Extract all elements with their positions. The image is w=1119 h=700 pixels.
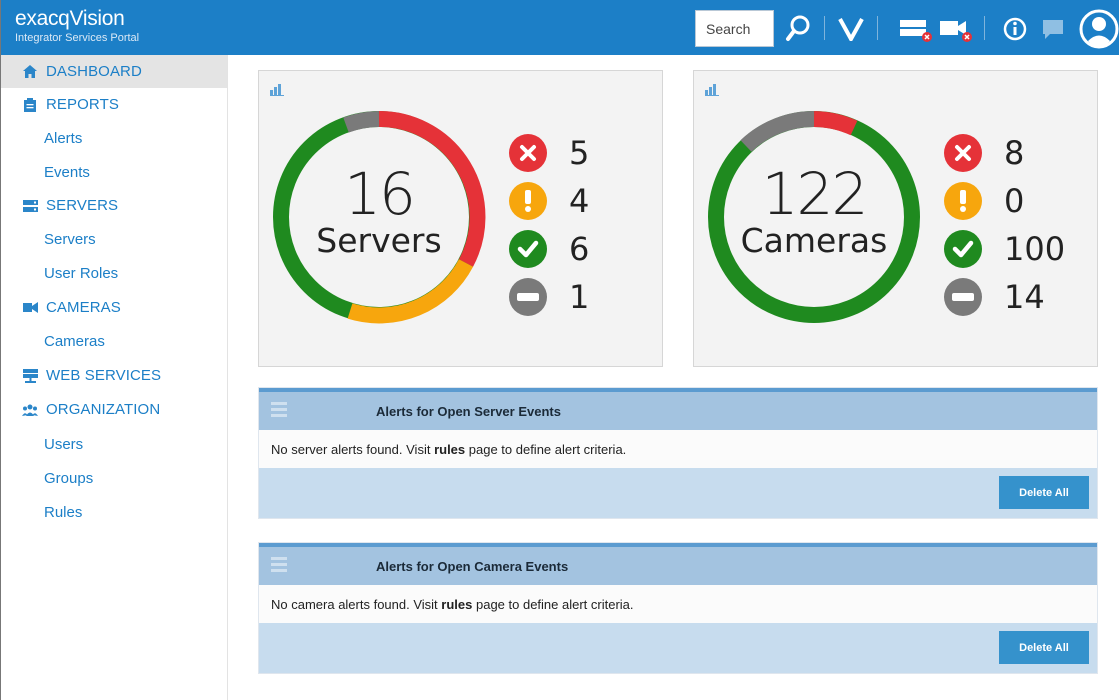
camera-alerts-panel: Alerts for Open Camera Events No camera … xyxy=(258,542,1098,674)
panel-message: No server alerts found. Visit rules page… xyxy=(259,430,1097,468)
cameras-ok-stat[interactable]: 100 xyxy=(944,229,1065,269)
sidebar-item-label: ORGANIZATION xyxy=(46,401,161,418)
servers-warning-count: 4 xyxy=(569,182,590,220)
sidebar-item-label: SERVERS xyxy=(46,197,119,214)
sidebar-item-organization[interactable]: ORGANIZATION xyxy=(1,393,227,426)
vision-logo-icon[interactable] xyxy=(835,10,867,48)
panel-title: Alerts for Open Camera Events xyxy=(376,559,569,574)
servers-error-stat[interactable]: 5 xyxy=(509,133,589,173)
rules-link[interactable]: rules xyxy=(434,442,465,457)
servers-ok-count: 6 xyxy=(569,230,590,268)
message-text: page to define alert criteria. xyxy=(465,442,627,457)
server-icon xyxy=(22,198,38,214)
sidebar-item-label: Events xyxy=(44,164,90,181)
brand-name: exacqVision xyxy=(15,7,125,30)
servers-total: 16 xyxy=(344,160,416,228)
clipboard-icon xyxy=(22,97,38,113)
users-group-icon xyxy=(22,402,38,418)
sidebar-item-label: Servers xyxy=(44,231,96,248)
cameras-warning-count: 0 xyxy=(1004,182,1025,220)
cameras-total: 122 xyxy=(761,160,869,228)
sidebar-item-web-services[interactable]: WEB SERVICES xyxy=(1,359,227,392)
sidebar-item-user-roles[interactable]: User Roles xyxy=(1,257,227,290)
servers-total-label: Servers xyxy=(316,221,442,260)
sidebar-item-dashboard[interactable]: DASHBOARD xyxy=(1,55,227,88)
sidebar-item-servers-section[interactable]: SERVERS xyxy=(1,189,227,222)
brand-subtitle: Integrator Services Portal xyxy=(15,32,140,44)
sidebar-item-rules[interactable]: Rules xyxy=(1,496,227,529)
message-text: page to define alert criteria. xyxy=(472,597,634,612)
cameras-disabled-stat[interactable]: 14 xyxy=(944,277,1045,317)
sidebar-item-label: Alerts xyxy=(44,130,83,147)
rules-link[interactable]: rules xyxy=(441,597,472,612)
search-icon[interactable] xyxy=(781,10,815,48)
server-alerts-panel: Alerts for Open Server Events No server … xyxy=(258,387,1098,519)
warning-exclamation-icon xyxy=(509,182,547,220)
panel-message: No camera alerts found. Visit rules page… xyxy=(259,585,1097,623)
hamburger-menu-icon[interactable] xyxy=(271,402,287,420)
servers-summary-card[interactable]: 16 Servers 5 4 6 1 xyxy=(258,70,663,367)
cameras-ok-count: 100 xyxy=(1004,230,1066,268)
disabled-minus-icon xyxy=(509,278,547,316)
servers-error-count: 5 xyxy=(569,134,590,172)
top-bar: exacqVision Integrator Services Portal S… xyxy=(1,0,1119,55)
network-server-icon xyxy=(22,368,38,384)
sidebar-item-alerts[interactable]: Alerts xyxy=(1,122,227,155)
sidebar-item-label: Rules xyxy=(44,504,83,521)
chat-icon[interactable] xyxy=(1037,10,1069,48)
sidebar-item-cameras[interactable]: Cameras xyxy=(1,325,227,358)
cameras-total-label: Cameras xyxy=(740,221,888,260)
server-alert-icon[interactable] xyxy=(897,10,935,48)
camera-icon xyxy=(22,300,38,316)
sidebar-item-label: User Roles xyxy=(44,265,119,282)
search-input[interactable]: Search xyxy=(695,10,774,47)
sidebar-item-groups[interactable]: Groups xyxy=(1,462,227,495)
home-icon xyxy=(22,64,38,80)
message-text: No server alerts found. Visit xyxy=(271,442,435,457)
servers-disabled-stat[interactable]: 1 xyxy=(509,277,589,317)
sidebar-item-label: Users xyxy=(44,436,84,453)
error-x-icon xyxy=(944,134,982,172)
delete-all-server-alerts-button[interactable]: Delete All xyxy=(999,476,1089,509)
warning-exclamation-icon xyxy=(944,182,982,220)
panel-header: Alerts for Open Camera Events xyxy=(259,543,1097,585)
panel-header: Alerts for Open Server Events xyxy=(259,388,1097,430)
sidebar-item-label: CAMERAS xyxy=(46,299,121,316)
sidebar: DASHBOARD REPORTS Alerts Events SERVERS … xyxy=(1,55,228,700)
hamburger-menu-icon[interactable] xyxy=(271,557,287,575)
panel-title: Alerts for Open Server Events xyxy=(376,404,561,419)
sidebar-item-events[interactable]: Events xyxy=(1,156,227,189)
servers-warning-stat[interactable]: 4 xyxy=(509,181,589,221)
delete-all-camera-alerts-button[interactable]: Delete All xyxy=(999,631,1089,664)
bar-chart-icon xyxy=(270,84,284,96)
servers-disabled-count: 1 xyxy=(569,278,590,316)
sidebar-item-label: WEB SERVICES xyxy=(46,367,162,384)
sidebar-item-label: Groups xyxy=(44,470,94,487)
ok-check-icon xyxy=(509,230,547,268)
info-icon[interactable] xyxy=(999,10,1031,48)
user-avatar-icon[interactable] xyxy=(1079,8,1119,50)
sidebar-item-label: DASHBOARD xyxy=(46,63,142,80)
bar-chart-icon xyxy=(705,84,719,96)
brand-logo[interactable]: exacqVision Integrator Services Portal xyxy=(15,8,139,45)
sidebar-item-label: Cameras xyxy=(44,333,105,350)
sidebar-item-servers[interactable]: Servers xyxy=(1,223,227,256)
cameras-error-count: 8 xyxy=(1004,134,1025,172)
ok-check-icon xyxy=(944,230,982,268)
disabled-minus-icon xyxy=(944,278,982,316)
cameras-summary-card[interactable]: 122 Cameras 8 0 100 14 xyxy=(693,70,1098,367)
sidebar-item-label: REPORTS xyxy=(46,96,119,113)
message-text: No camera alerts found. Visit xyxy=(271,597,442,612)
cameras-disabled-count: 14 xyxy=(1004,278,1045,316)
cameras-error-stat[interactable]: 8 xyxy=(944,133,1024,173)
cameras-warning-stat[interactable]: 0 xyxy=(944,181,1024,221)
sidebar-item-reports[interactable]: REPORTS xyxy=(1,88,227,121)
error-x-icon xyxy=(509,134,547,172)
panel-footer: Delete All xyxy=(259,468,1097,518)
camera-alert-icon[interactable] xyxy=(937,10,975,48)
sidebar-item-cameras-section[interactable]: CAMERAS xyxy=(1,291,227,324)
sidebar-item-users[interactable]: Users xyxy=(1,428,227,461)
panel-footer: Delete All xyxy=(259,623,1097,673)
servers-ok-stat[interactable]: 6 xyxy=(509,229,589,269)
